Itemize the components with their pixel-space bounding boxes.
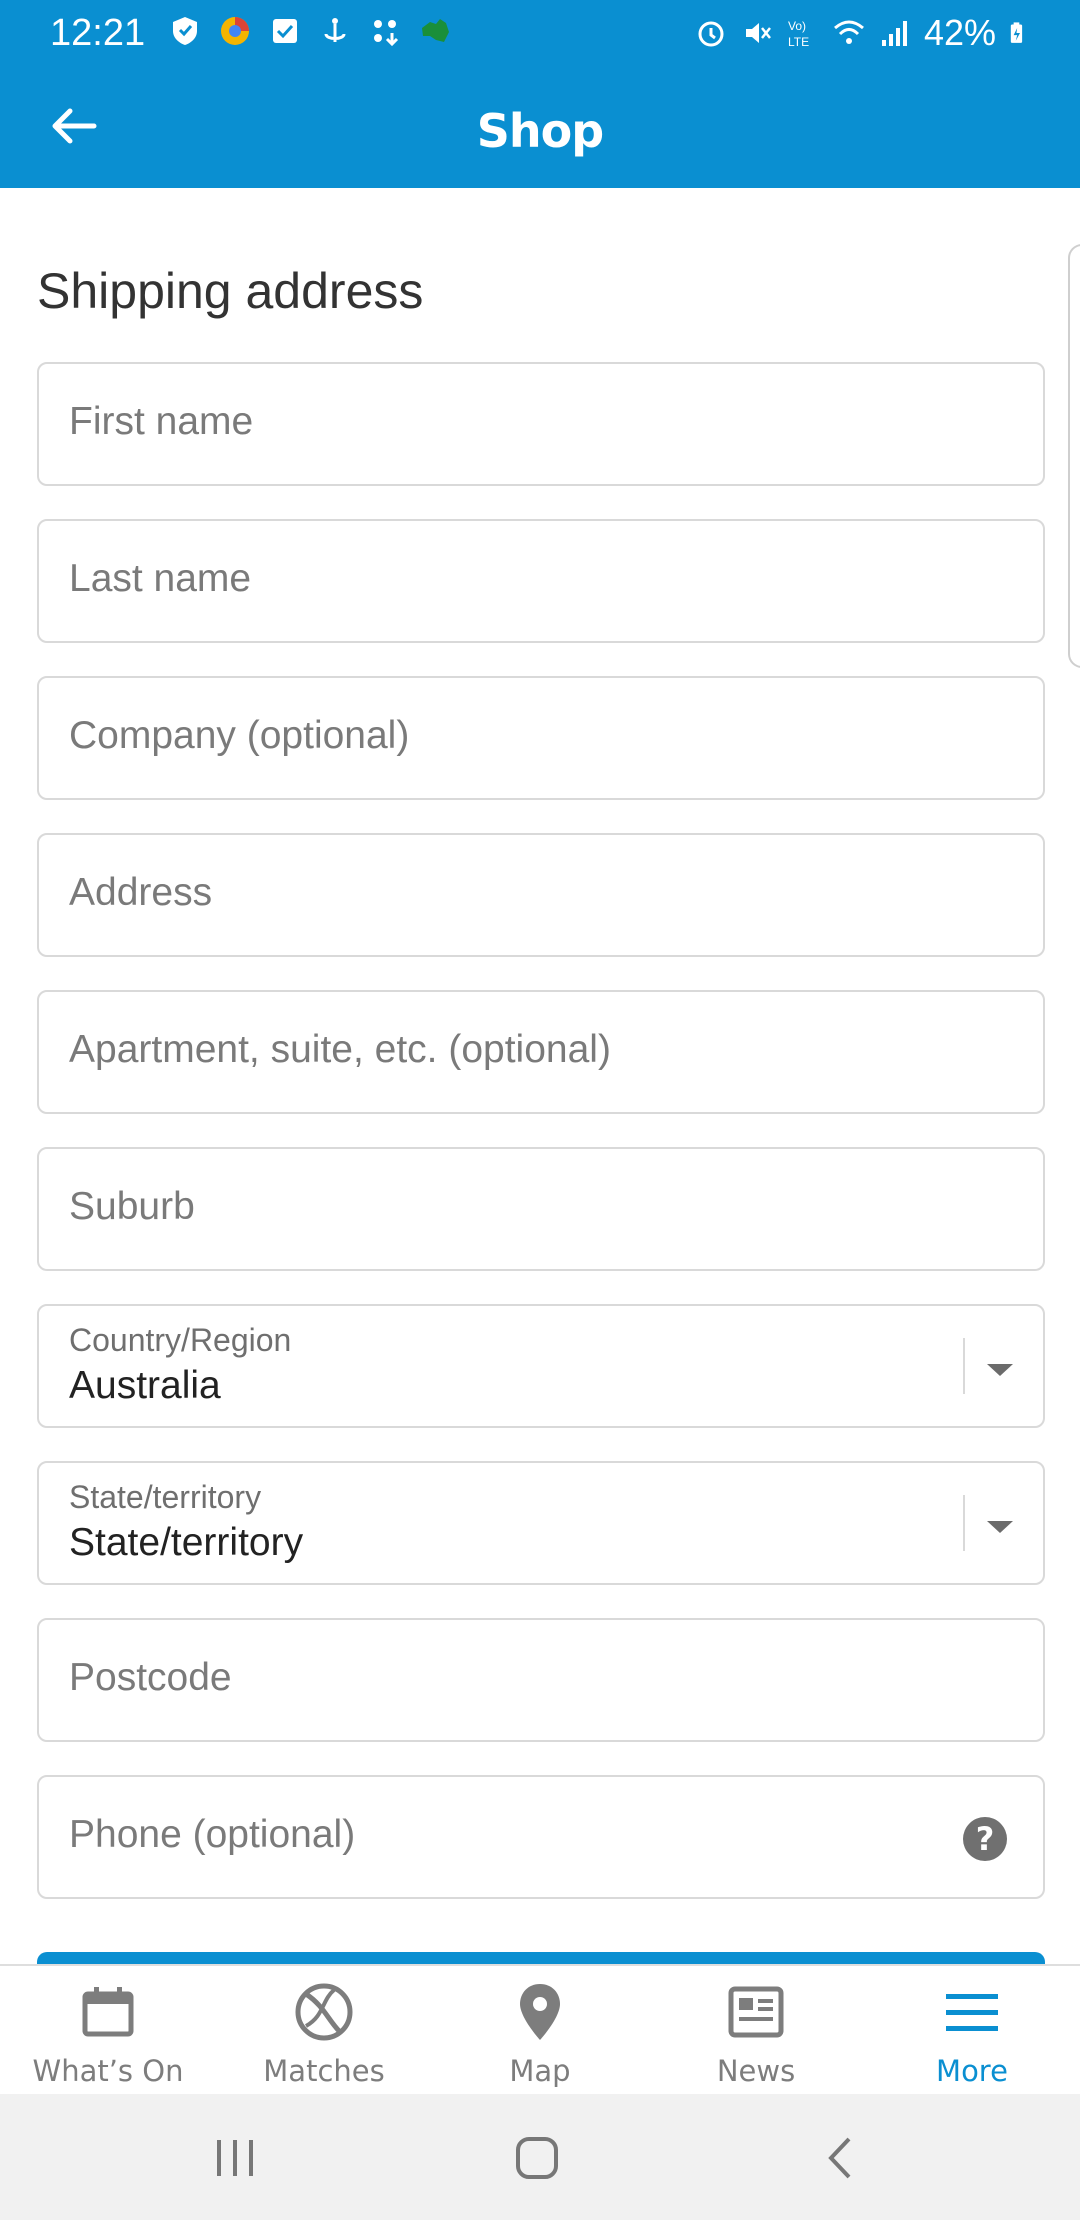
svg-text:LTE: LTE xyxy=(788,35,809,49)
help-icon[interactable]: ? xyxy=(963,1817,1007,1861)
state-select[interactable]: State/territory State/territory xyxy=(37,1461,1045,1585)
nav-label: Map xyxy=(509,2054,571,2088)
notification-icons xyxy=(168,14,452,48)
suburb-placeholder: Suburb xyxy=(69,1185,195,1228)
mute-icon xyxy=(745,23,771,43)
calendar-icon xyxy=(82,1987,134,2037)
postcode-placeholder: Postcode xyxy=(69,1656,232,1699)
volte-icon: Vo) LTE xyxy=(788,19,809,49)
nav-label: News xyxy=(716,2054,796,2088)
select-divider xyxy=(963,1495,965,1551)
section-title: Shipping address xyxy=(37,263,424,319)
battery-percent: 42% xyxy=(923,12,996,53)
nav-item-whats-on[interactable]: What’s On xyxy=(0,1966,216,2094)
chevron-down-icon xyxy=(987,1521,1013,1533)
select-divider xyxy=(963,1338,965,1394)
address-placeholder: Address xyxy=(69,871,213,914)
status-time: 12:21 xyxy=(50,12,146,54)
suburb-field[interactable]: Suburb xyxy=(37,1147,1045,1271)
battery-charging-icon xyxy=(1010,22,1023,43)
continue-button[interactable] xyxy=(37,1952,1045,1964)
nav-item-map[interactable]: Map xyxy=(432,1966,648,2094)
browser-icon xyxy=(221,17,249,45)
system-status-icons: Vo) LTE 42% xyxy=(694,12,1032,54)
status-bar: 12:21 Vo) LTE 42% xyxy=(0,0,1080,64)
home-icon xyxy=(516,2137,558,2179)
chevron-left-icon xyxy=(828,2137,851,2179)
home-button[interactable] xyxy=(507,2128,567,2188)
country-select[interactable]: Country/Region Australia xyxy=(37,1304,1045,1428)
postcode-field[interactable]: Postcode xyxy=(37,1618,1045,1742)
checkbox-app-icon xyxy=(273,19,297,43)
signal-icon xyxy=(881,21,907,46)
apartment-field[interactable]: Apartment, suite, etc. (optional) xyxy=(37,990,1045,1114)
chevron-down-icon xyxy=(987,1364,1013,1376)
company-placeholder: Company (optional) xyxy=(69,714,410,757)
shield-icon xyxy=(173,17,197,45)
last-name-placeholder: Last name xyxy=(69,557,252,600)
alarm-icon xyxy=(698,21,724,47)
first-name-placeholder: First name xyxy=(69,400,254,443)
map-australia-icon xyxy=(422,19,449,42)
state-label: State/territory xyxy=(69,1479,262,1515)
checkout-form[interactable]: Shipping address First name Last name Co… xyxy=(0,188,1080,1964)
nav-label: Matches xyxy=(263,2054,385,2088)
page-title: Shop xyxy=(476,104,604,158)
app-bar: Shop xyxy=(0,64,1080,188)
nav-label: What’s On xyxy=(32,2054,184,2088)
anchor-icon xyxy=(324,18,346,42)
apartment-placeholder: Apartment, suite, etc. (optional) xyxy=(69,1028,611,1071)
address-field[interactable]: Address xyxy=(37,833,1045,957)
bottom-navigation: What’s On Matches Map News More xyxy=(0,1964,1080,2094)
nav-label: More xyxy=(936,2054,1008,2088)
wifi-icon xyxy=(833,20,864,44)
phone-placeholder: Phone (optional) xyxy=(69,1813,356,1856)
system-navigation-bar xyxy=(0,2094,1080,2220)
state-value: State/territory xyxy=(69,1521,304,1564)
first-name-field[interactable]: First name xyxy=(37,362,1045,486)
map-pin-icon xyxy=(520,1984,560,2040)
side-panel-edge xyxy=(1068,244,1080,668)
nav-item-more[interactable]: More xyxy=(864,1966,1080,2094)
nav-item-news[interactable]: News xyxy=(648,1966,864,2094)
nav-item-matches[interactable]: Matches xyxy=(216,1966,432,2094)
menu-icon xyxy=(946,1994,998,2031)
ball-icon xyxy=(295,1983,353,2041)
newspaper-icon xyxy=(728,1986,784,2038)
back-nav-button[interactable] xyxy=(810,2128,870,2188)
recent-apps-icon xyxy=(217,2140,253,2176)
country-label: Country/Region xyxy=(69,1322,292,1358)
svg-text:Vo): Vo) xyxy=(788,19,806,33)
country-value: Australia xyxy=(69,1364,221,1407)
last-name-field[interactable]: Last name xyxy=(37,519,1045,643)
recent-apps-button[interactable] xyxy=(205,2128,265,2188)
company-field[interactable]: Company (optional) xyxy=(37,676,1045,800)
phone-field[interactable]: Phone (optional) ? xyxy=(37,1775,1045,1899)
apps-download-icon xyxy=(374,20,399,47)
